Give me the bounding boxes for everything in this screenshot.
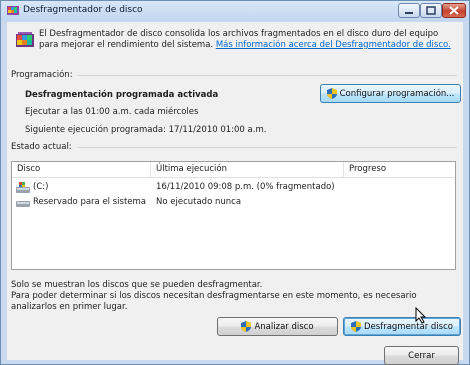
disk-list-header: Disco Última ejecución Progreso xyxy=(12,162,455,178)
hard-drive-windows-icon xyxy=(16,182,30,193)
mouse-cursor-icon xyxy=(415,307,427,324)
next-run-text: Siguiente ejecución programada: 17/11/20… xyxy=(25,125,267,135)
more-info-link[interactable]: Más información acerca del Desfragmentad… xyxy=(216,40,451,50)
disk-row[interactable]: Reservado para el sistema No ejecutado n… xyxy=(12,195,455,210)
schedule-section-label: Programación: xyxy=(11,70,73,80)
schedule-run-text: Ejecutar a las 01:00 a.m. cada miércoles xyxy=(25,107,199,117)
close-button[interactable]: Cerrar xyxy=(384,346,459,365)
title-bar[interactable]: Desfragmentador de disco xyxy=(1,1,469,21)
disk-last-run: 16/11/2010 09:08 p.m. (0% fragmentado) xyxy=(156,182,335,192)
analyze-disk-label: Analizar disco xyxy=(254,321,314,332)
defrag-window: Desfragmentador de disco El Desfragmenta… xyxy=(0,0,470,365)
maximize-button[interactable] xyxy=(420,3,442,18)
disk-list[interactable]: Disco Última ejecución Progreso (C:) 16/… xyxy=(11,161,456,270)
disk-name: Reservado para el sistema xyxy=(33,197,147,207)
close-icon xyxy=(449,6,459,15)
window-title: Desfragmentador de disco xyxy=(23,5,143,15)
configure-schedule-label: Configurar programación... xyxy=(339,88,455,99)
defragment-disk-button[interactable]: Desfragmentar disco xyxy=(343,317,461,336)
close-button-label: Cerrar xyxy=(408,350,435,361)
shield-icon xyxy=(326,88,337,99)
footer-note-1: Solo se muestran los discos que se puede… xyxy=(11,280,263,290)
defrag-header-icon xyxy=(16,32,34,47)
schedule-divider xyxy=(77,75,457,76)
current-state-divider xyxy=(77,147,457,148)
column-disk[interactable]: Disco xyxy=(12,162,151,177)
defragment-disk-label: Desfragmentar disco xyxy=(364,321,453,332)
schedule-status: Desfragmentación programada activada xyxy=(25,90,219,100)
column-progress[interactable]: Progreso xyxy=(344,162,455,177)
configure-schedule-button[interactable]: Configurar programación... xyxy=(320,84,461,103)
hard-drive-icon xyxy=(16,201,30,207)
shield-icon xyxy=(241,321,252,332)
disk-last-run: No ejecutado nunca xyxy=(156,197,242,207)
dialog-body: El Desfragmentador de disco consolida lo… xyxy=(7,22,463,365)
disk-row[interactable]: (C:) 16/11/2010 09:08 p.m. (0% fragmenta… xyxy=(12,180,455,195)
close-window-button[interactable] xyxy=(442,3,466,18)
analyze-disk-button[interactable]: Analizar disco xyxy=(217,317,338,336)
column-last-run[interactable]: Última ejecución xyxy=(151,162,344,177)
minimize-icon xyxy=(405,12,413,14)
shield-icon xyxy=(351,321,361,332)
maximize-icon xyxy=(426,6,436,15)
footer-note: Solo se muestran los discos que se puede… xyxy=(11,280,461,313)
current-state-label: Estado actual: xyxy=(11,142,72,152)
disk-name: (C:) xyxy=(33,182,49,192)
footer-note-2: Para poder determinar si los discos nece… xyxy=(11,291,417,312)
description-text: El Desfragmentador de disco consolida lo… xyxy=(39,29,459,51)
defrag-app-icon xyxy=(7,6,19,15)
minimize-button[interactable] xyxy=(398,3,420,18)
